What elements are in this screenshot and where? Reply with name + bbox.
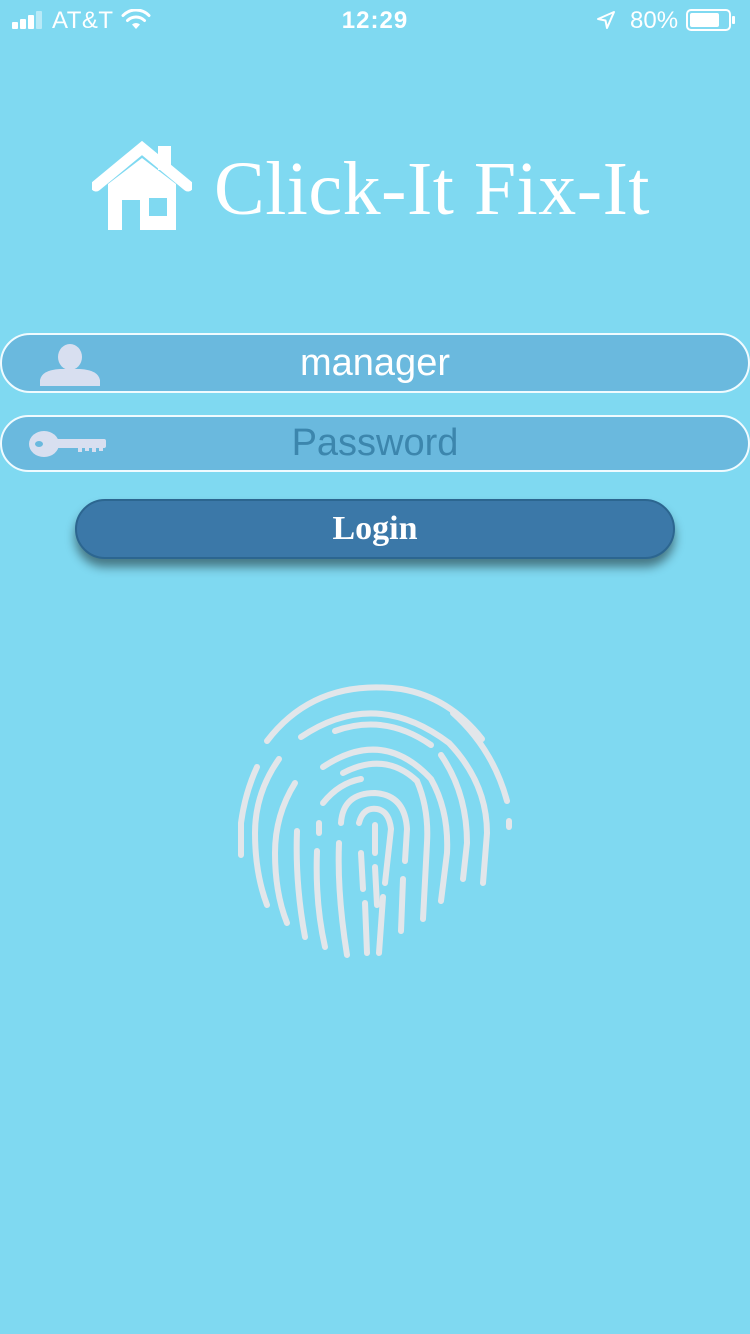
username-field[interactable] xyxy=(0,333,750,393)
fingerprint-icon[interactable] xyxy=(235,683,515,963)
app-title: Click-It Fix-It xyxy=(214,147,651,231)
password-field[interactable] xyxy=(0,415,750,472)
battery-icon xyxy=(686,9,735,31)
password-input[interactable] xyxy=(2,417,748,470)
login-button[interactable]: Login xyxy=(75,499,675,559)
home-icon xyxy=(92,140,192,230)
username-input[interactable] xyxy=(2,335,748,391)
location-arrow-icon xyxy=(597,11,615,29)
battery-percentage: 80% xyxy=(630,7,679,34)
app-logo: Click-It Fix-It xyxy=(92,140,692,240)
status-bar: AT&T 12:29 80% xyxy=(0,0,750,40)
